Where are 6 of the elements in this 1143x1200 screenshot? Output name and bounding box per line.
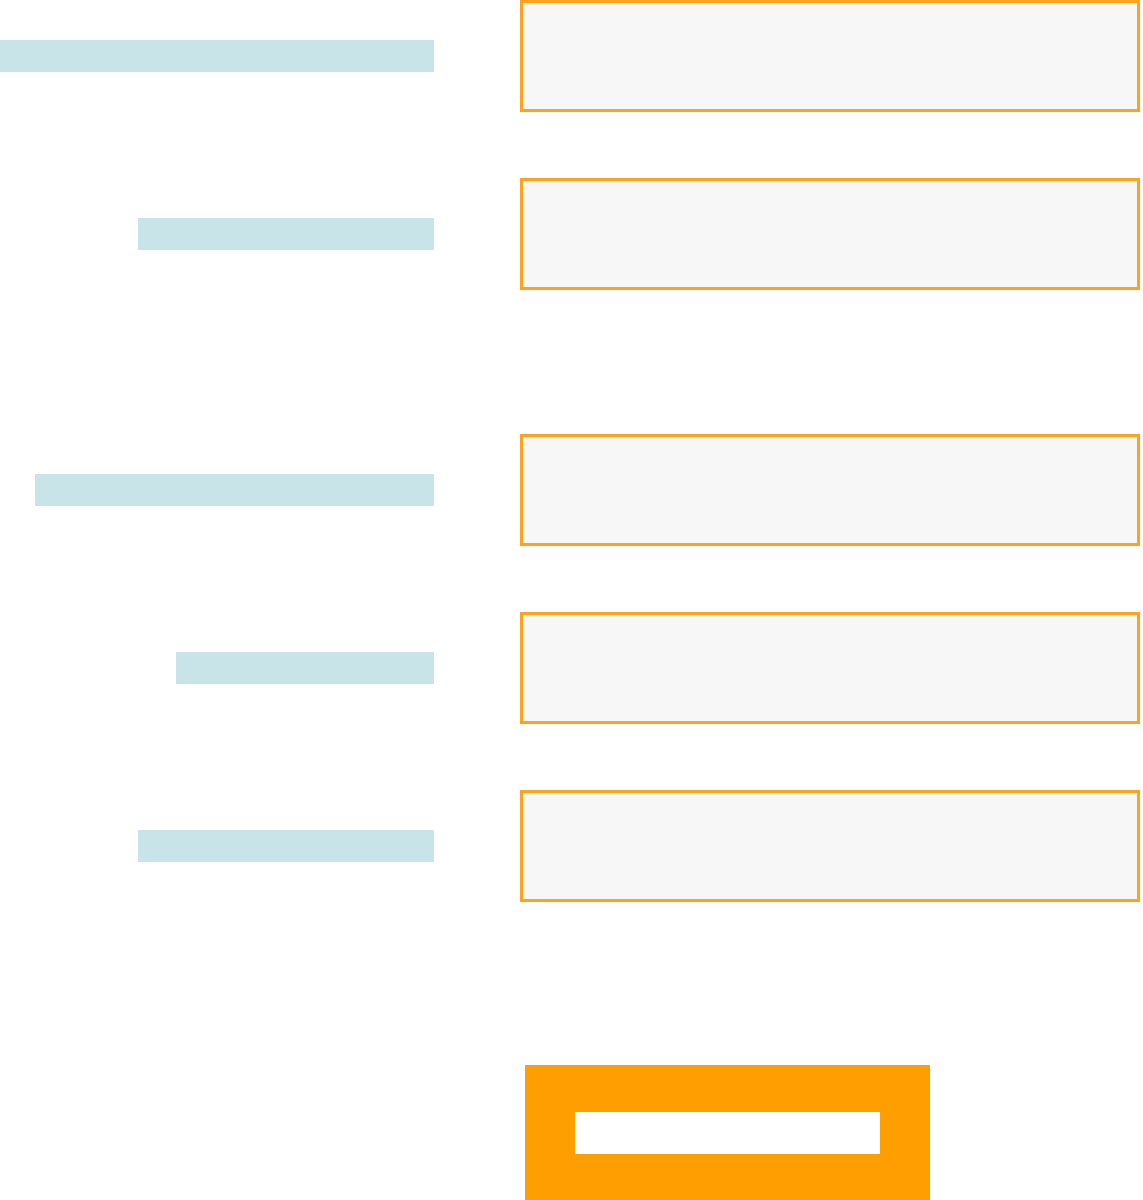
- submit-button[interactable]: [525, 1065, 930, 1200]
- input-field[interactable]: [520, 0, 1140, 112]
- input-field[interactable]: [520, 612, 1140, 724]
- input-field[interactable]: [520, 178, 1140, 290]
- input-field[interactable]: [520, 434, 1140, 546]
- input-field[interactable]: [520, 790, 1140, 902]
